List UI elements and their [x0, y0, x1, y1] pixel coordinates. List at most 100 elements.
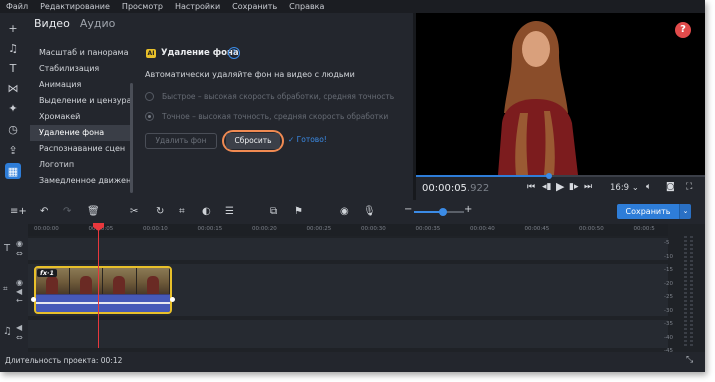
add-track-icon[interactable]: ≡+	[10, 206, 27, 217]
text-icon[interactable]: T	[5, 60, 21, 76]
skip-start-icon[interactable]: ⏮	[527, 182, 535, 192]
app-window: Файл Редактирование Просмотр Настройки С…	[0, 0, 705, 372]
menu-settings[interactable]: Настройки	[169, 2, 226, 11]
ruler-tick-label: 00:00:40	[470, 226, 495, 232]
ruler-tick-label: 00:00:50	[579, 226, 604, 232]
redo-icon[interactable]: ↷	[63, 206, 71, 217]
color-adjust-icon[interactable]: ◐	[202, 206, 211, 217]
project-duration: Длительность проекта: 00:12	[5, 356, 123, 365]
tab-video[interactable]: Видео	[34, 17, 70, 30]
fit-timeline-icon[interactable]: ⤡	[686, 355, 693, 365]
ai-badge: AI	[146, 49, 156, 58]
progress-fill	[416, 175, 549, 177]
ruler-tick-label: 00:00:5	[633, 226, 655, 232]
text-track[interactable]	[28, 238, 668, 260]
radio-fast[interactable]	[145, 92, 154, 101]
meter-label: -40	[664, 334, 673, 341]
transitions-icon[interactable]: ⋈	[5, 80, 21, 96]
fullscreen-icon[interactable]: ⛶	[686, 182, 692, 192]
meter-label: -30	[664, 307, 673, 314]
menu-view[interactable]: Просмотр	[116, 2, 169, 11]
menu-help[interactable]: Справка	[283, 2, 330, 11]
meter-label: -15	[664, 267, 673, 273]
tab-bar: Видео Аудио	[34, 17, 115, 30]
undo-icon[interactable]: ↶	[40, 206, 48, 217]
clip-trim-handle-left[interactable]	[31, 297, 36, 302]
filter-item-selected[interactable]: Удаление фона	[30, 125, 131, 141]
save-button[interactable]: Сохранить	[617, 204, 679, 219]
filter-item[interactable]: Масштаб и панорама	[30, 45, 131, 61]
filter-item[interactable]: Логотип	[30, 157, 131, 173]
menu-save[interactable]: Сохранить	[226, 2, 283, 11]
filter-item[interactable]: Замедленное движен...	[30, 173, 131, 189]
panel-description: Автоматически удаляйте фон на видео с лю…	[145, 70, 355, 79]
help-icon[interactable]: ?	[675, 22, 691, 38]
more-tools-icon[interactable]: ▦	[5, 163, 21, 179]
volume-icon[interactable]: 🔈︎	[646, 182, 651, 192]
zoom-in-icon[interactable]: +	[464, 204, 472, 215]
filter-item[interactable]: Стабилизация	[30, 61, 131, 77]
clip-properties-icon[interactable]: ☰	[225, 206, 234, 217]
fx-badge[interactable]: fx·1	[37, 269, 58, 277]
video-track-icon: ⌗	[3, 284, 8, 293]
marker-icon[interactable]: ⚑	[294, 206, 303, 217]
playhead[interactable]	[98, 226, 99, 348]
radio-accurate-label: Точное – высокая точность, средняя скоро…	[162, 112, 389, 121]
rotate-icon[interactable]: ↻	[156, 206, 164, 217]
radio-accurate[interactable]	[145, 112, 154, 121]
filter-list-scrollbar[interactable]	[130, 83, 133, 193]
eye-icon[interactable]: ◉	[16, 239, 23, 248]
reset-button[interactable]: Сбросить	[226, 133, 280, 149]
next-frame-icon[interactable]: ▮▸	[569, 182, 578, 192]
export-icon[interactable]: ⇪	[5, 142, 21, 158]
overlay-icon[interactable]: ⧉	[270, 206, 277, 217]
prev-frame-icon[interactable]: ◂▮	[542, 182, 551, 192]
filter-item[interactable]: Распознавание сцен	[30, 141, 131, 157]
volume-icon[interactable]: ◀	[16, 323, 22, 332]
stabilize-icon[interactable]: ◉	[340, 206, 349, 217]
aspect-ratio-select[interactable]: 16:9 ⌄	[610, 183, 639, 193]
clock-icon[interactable]: ◷	[5, 121, 21, 137]
remove-background-button[interactable]: Удалить фон	[145, 133, 217, 149]
menu-file[interactable]: Файл	[0, 2, 34, 11]
eye-icon[interactable]: ◉	[16, 278, 23, 287]
save-dropdown-button[interactable]: ⌄	[679, 204, 691, 219]
filter-item[interactable]: Хромакей	[30, 109, 131, 125]
playback-progress[interactable]	[416, 173, 705, 179]
cut-icon[interactable]: ✂	[130, 206, 138, 217]
music-icon[interactable]: ♫	[5, 40, 21, 56]
progress-handle[interactable]	[545, 173, 552, 179]
zoom-out-icon[interactable]: −	[404, 204, 412, 215]
background-removal-panel: AI Удаление фона ? Автоматически удаляйт…	[140, 45, 412, 195]
menu-edit[interactable]: Редактирование	[34, 2, 116, 11]
snapshot-icon[interactable]: ◙	[666, 182, 675, 192]
meter-label: -5	[664, 240, 670, 246]
done-status: ✓ Готово!	[288, 135, 327, 144]
timecode-ms: .922	[466, 183, 490, 194]
crop-icon[interactable]: ⌗	[179, 206, 185, 217]
timecode-main: 00:00:05	[422, 183, 467, 194]
effects-icon[interactable]: ✦	[5, 100, 21, 116]
ruler-tick-label: 00:00:30	[361, 226, 386, 232]
volume-icon[interactable]: ◀	[16, 287, 22, 296]
help-icon[interactable]: ?	[228, 47, 240, 59]
ruler-tick-label: 00:00:20	[252, 226, 277, 232]
tab-audio[interactable]: Аудио	[80, 17, 116, 30]
filter-item[interactable]: Анимация	[30, 77, 131, 93]
delete-icon[interactable]: 🗑︎	[87, 206, 100, 217]
timecode: 00:00:05.922	[422, 183, 489, 194]
filter-item[interactable]: Выделение и цензура	[30, 93, 131, 109]
arrow-icon[interactable]: ←	[16, 296, 23, 305]
audio-level-meter	[682, 236, 696, 346]
skip-end-icon[interactable]: ⏭	[584, 182, 592, 192]
link-icon[interactable]: ⇔	[16, 333, 23, 342]
add-icon[interactable]: +	[5, 20, 21, 36]
play-icon[interactable]: ▶	[556, 180, 564, 193]
time-ruler[interactable]	[28, 224, 668, 236]
link-icon[interactable]: ⇔	[16, 249, 23, 258]
clip-trim-handle-right[interactable]	[170, 297, 175, 302]
menu-bar: Файл Редактирование Просмотр Настройки С…	[0, 0, 705, 13]
audio-track[interactable]	[28, 320, 668, 348]
zoom-slider-handle[interactable]	[439, 208, 447, 216]
microphone-icon[interactable]: 🎙︎	[363, 206, 376, 217]
